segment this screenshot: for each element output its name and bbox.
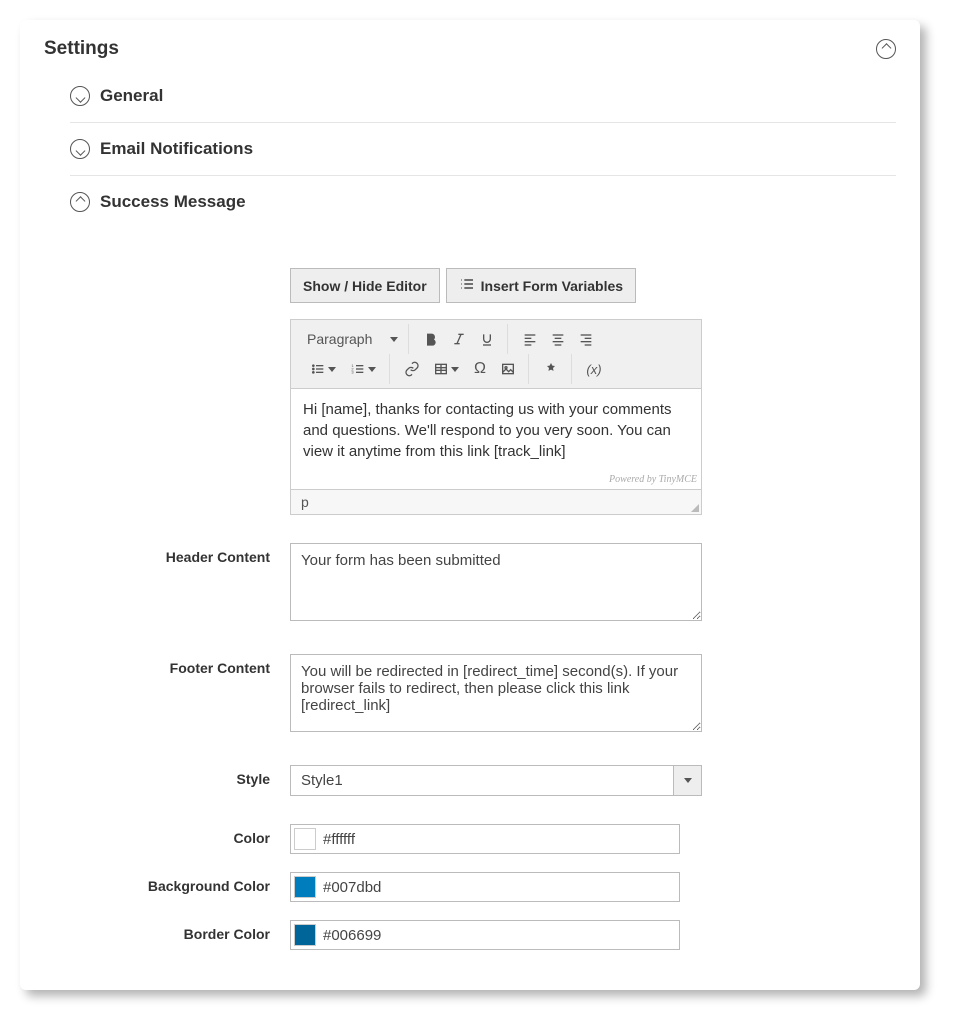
caret-down-icon — [684, 778, 692, 783]
editor-toolbar: Paragraph — [291, 320, 701, 389]
editor-text: Hi [name], thanks for contacting us with… — [303, 401, 672, 460]
format-select-label: Paragraph — [307, 331, 372, 347]
section-success[interactable]: Success Message — [70, 176, 896, 228]
row-footer-content: Footer Content — [70, 654, 896, 737]
svg-text:3: 3 — [351, 370, 354, 375]
editor-label — [70, 268, 290, 274]
caret-down-icon — [451, 367, 459, 372]
editor-top-buttons: Show / Hide Editor Insert Form Variables — [290, 268, 702, 303]
editor-content[interactable]: Hi [name], thanks for contacting us with… — [291, 389, 701, 489]
panel-title: Settings — [44, 38, 119, 60]
insert-variables-button[interactable]: Insert Form Variables — [446, 268, 636, 303]
editor-statusbar: p — [291, 489, 701, 514]
color-field — [290, 824, 680, 854]
header-content-textarea[interactable] — [290, 543, 702, 621]
panel-collapse-button[interactable] — [876, 39, 896, 59]
section-general[interactable]: General — [70, 70, 896, 123]
underline-button[interactable] — [473, 326, 501, 352]
panel-header: Settings — [20, 20, 920, 70]
row-bgcolor: Background Color — [70, 872, 896, 902]
row-bordercolor: Border Color — [70, 920, 896, 950]
footer-content-textarea[interactable] — [290, 654, 702, 732]
toolbar-row-1: Paragraph — [297, 324, 695, 354]
bgcolor-input[interactable] — [319, 875, 679, 900]
section-title-email: Email Notifications — [100, 139, 253, 159]
format-select[interactable]: Paragraph — [303, 328, 402, 350]
color-swatch[interactable] — [294, 828, 316, 850]
row-header-content: Header Content — [70, 543, 896, 626]
toggle-editor-label: Show / Hide Editor — [303, 278, 427, 294]
label-bgcolor: Background Color — [70, 872, 290, 894]
row-style: Style Style1 — [70, 765, 896, 796]
align-left-button[interactable] — [516, 326, 544, 352]
style-select[interactable]: Style1 — [290, 765, 702, 796]
bullet-list-button[interactable] — [303, 356, 343, 382]
bgcolor-field — [290, 872, 680, 902]
toggle-editor-button[interactable]: Show / Hide Editor — [290, 268, 440, 303]
special-char-button[interactable]: Ω — [466, 356, 494, 382]
section-title-success: Success Message — [100, 192, 246, 212]
toolbar-row-2: 123 Ω — [297, 354, 695, 384]
style-select-value: Style1 — [291, 766, 673, 795]
label-style: Style — [70, 765, 290, 787]
bordercolor-input[interactable] — [319, 923, 679, 948]
section-toggle-general[interactable] — [70, 86, 90, 106]
caret-down-icon — [390, 337, 398, 342]
align-center-button[interactable] — [544, 326, 572, 352]
chevron-up-icon — [881, 43, 891, 53]
label-bordercolor: Border Color — [70, 920, 290, 942]
section-title-general: General — [100, 86, 163, 106]
media-button[interactable] — [537, 356, 565, 382]
bordercolor-swatch[interactable] — [294, 924, 316, 946]
italic-button[interactable] — [445, 326, 473, 352]
row-color: Color — [70, 824, 896, 854]
list-icon — [459, 276, 475, 295]
settings-panel: Settings General Email Notifications Suc… — [20, 20, 920, 990]
link-button[interactable] — [398, 356, 426, 382]
resize-grip[interactable] — [689, 502, 699, 512]
style-select-button[interactable] — [673, 766, 701, 795]
label-color: Color — [70, 824, 290, 846]
align-right-button[interactable] — [572, 326, 600, 352]
chevron-down-icon — [75, 145, 85, 155]
insert-variables-label: Insert Form Variables — [481, 278, 623, 294]
caret-down-icon — [328, 367, 336, 372]
caret-down-icon — [368, 367, 376, 372]
tinymce-badge: Powered by TinyMCE — [609, 473, 697, 487]
sections: General Email Notifications Success Mess… — [20, 70, 920, 990]
rich-text-editor: Paragraph — [290, 319, 702, 515]
table-button[interactable] — [426, 356, 466, 382]
bold-button[interactable] — [417, 326, 445, 352]
editor-path: p — [301, 494, 309, 510]
section-email[interactable]: Email Notifications — [70, 123, 896, 176]
section-toggle-success[interactable] — [70, 192, 90, 212]
success-body: Show / Hide Editor Insert Form Variables — [70, 228, 896, 950]
row-editor: Show / Hide Editor Insert Form Variables — [70, 268, 896, 515]
bgcolor-swatch[interactable] — [294, 876, 316, 898]
section-toggle-email[interactable] — [70, 139, 90, 159]
bordercolor-field — [290, 920, 680, 950]
label-footer-content: Footer Content — [70, 654, 290, 676]
color-input[interactable] — [319, 827, 679, 852]
numbered-list-button[interactable]: 123 — [343, 356, 383, 382]
label-header-content: Header Content — [70, 543, 290, 565]
image-button[interactable] — [494, 356, 522, 382]
variable-button[interactable]: (x) — [580, 356, 608, 382]
editor-field: Show / Hide Editor Insert Form Variables — [290, 268, 702, 515]
chevron-up-icon — [75, 196, 85, 206]
chevron-down-icon — [75, 92, 85, 102]
